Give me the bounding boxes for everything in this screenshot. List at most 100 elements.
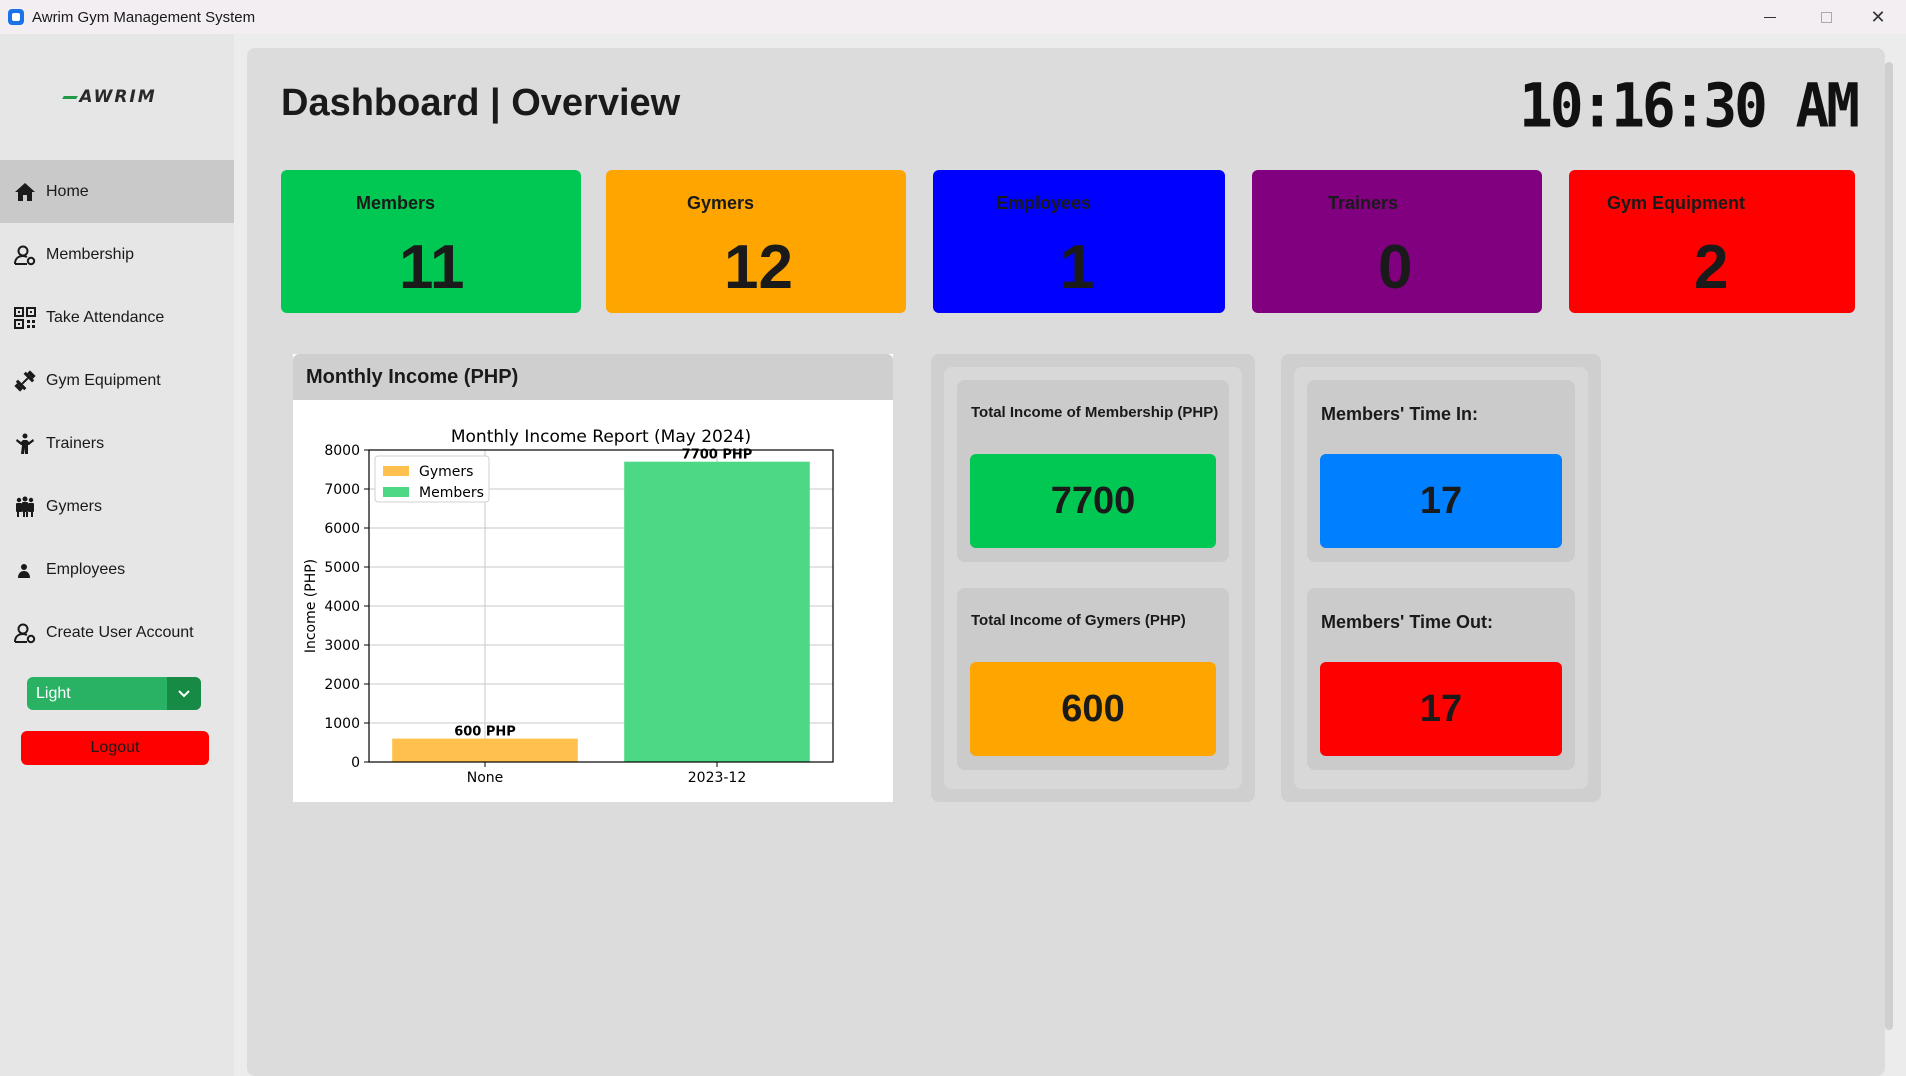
monthly-income-panel: Monthly Income (PHP) Monthly Income Repo… <box>293 354 893 802</box>
y-tick-label: 1000 <box>324 716 360 732</box>
minimize-icon <box>1764 16 1776 18</box>
legend-swatch <box>383 466 409 476</box>
employee-icon <box>12 557 38 583</box>
legend-swatch <box>383 487 409 497</box>
total-income-membership-value: 7700 <box>970 454 1216 548</box>
total-income-membership-label: Total Income of Membership (PHP) <box>971 404 1219 421</box>
logo-mark <box>62 95 79 99</box>
maximize-button[interactable] <box>1798 0 1854 34</box>
y-tick-label: 3000 <box>324 638 360 654</box>
stat-value: 0 <box>1378 233 1413 302</box>
y-axis-label: Income (PHP) <box>303 559 319 653</box>
sidebar-item-label: Home <box>46 182 89 200</box>
members-time-in-card: Members' Time In: 17 <box>1307 380 1575 562</box>
stat-value: 1 <box>1060 233 1095 302</box>
monthly-income-title: Monthly Income (PHP) <box>293 354 893 400</box>
user-gear-icon <box>12 242 38 268</box>
y-tick-label: 4000 <box>324 599 360 615</box>
sidebar-item-take-attendance[interactable]: Take Attendance <box>0 286 234 349</box>
members-time-out-value: 17 <box>1320 662 1562 756</box>
chart-title: Monthly Income Report (May 2024) <box>451 427 751 447</box>
sidebar: AWRIM Home Membership Take Attendance Gy… <box>0 34 234 1076</box>
minimize-button[interactable] <box>1742 0 1798 34</box>
clock: 10:16:30 AM <box>1519 71 1860 142</box>
attendance-group: Members' Time In: 17 Members' Time Out: … <box>1281 354 1601 802</box>
theme-dropdown[interactable]: Light <box>27 677 201 710</box>
sidebar-item-label: Gym Equipment <box>46 371 161 389</box>
main-panel: Dashboard | Overview 10:16:30 AM Members… <box>247 48 1885 1076</box>
stat-card-members: Members 11 <box>281 170 581 313</box>
group-icon <box>12 494 38 520</box>
page-title: Dashboard | Overview <box>281 82 681 124</box>
bar-gymers <box>392 738 578 762</box>
stat-card-trainers: Trainers 0 <box>1252 170 1542 313</box>
attendance-inner: Members' Time In: 17 Members' Time Out: … <box>1294 367 1588 789</box>
logout-button[interactable]: Logout <box>21 731 209 765</box>
sidebar-item-employees[interactable]: Employees <box>0 538 234 601</box>
sidebar-item-label: Employees <box>46 560 126 578</box>
x-tick-label: 2023-12 <box>688 770 747 786</box>
window-title: Awrim Gym Management System <box>32 8 256 26</box>
sidebar-item-label: Membership <box>46 245 135 263</box>
y-tick-label: 0 <box>351 755 360 771</box>
vertical-scrollbar[interactable] <box>1885 62 1893 1030</box>
income-chart: Monthly Income Report (May 2024) 0 1000 200… <box>303 427 834 786</box>
sidebar-item-membership[interactable]: Membership <box>0 223 234 286</box>
theme-dropdown-value: Light <box>36 684 71 702</box>
trainer-icon <box>12 431 38 457</box>
y-tick-label: 8000 <box>324 443 360 459</box>
stat-value: 12 <box>724 233 793 302</box>
app-icon <box>8 9 24 25</box>
title-bar: Awrim Gym Management System ✕ <box>0 0 1906 34</box>
maximize-icon <box>1820 11 1832 23</box>
sidebar-item-home[interactable]: Home <box>0 160 234 223</box>
sidebar-item-label: Gymers <box>46 497 102 515</box>
bar-data-label: 600 PHP <box>454 725 516 740</box>
x-tick-label: None <box>467 770 504 786</box>
stat-value: 11 <box>399 233 465 302</box>
close-button[interactable]: ✕ <box>1850 0 1906 34</box>
stat-label: Gymers <box>687 193 755 213</box>
logo-text: AWRIM <box>79 87 157 107</box>
logo: AWRIM <box>60 84 160 110</box>
stat-label: Gym Equipment <box>1607 193 1746 213</box>
members-time-in-value: 17 <box>1320 454 1562 548</box>
sidebar-item-create-user-account[interactable]: Create User Account <box>0 601 234 664</box>
user-add-icon <box>12 620 38 646</box>
sidebar-item-trainers[interactable]: Trainers <box>0 412 234 475</box>
bar-members <box>624 461 810 762</box>
y-tick-label: 2000 <box>324 677 360 693</box>
income-totals-group: Total Income of Membership (PHP) 7700 To… <box>931 354 1255 802</box>
sidebar-item-label: Create User Account <box>46 623 194 641</box>
stat-label: Trainers <box>1328 193 1399 213</box>
total-income-gymers-card: Total Income of Gymers (PHP) 600 <box>957 588 1229 770</box>
stat-value: 2 <box>1694 233 1729 302</box>
close-icon: ✕ <box>1870 6 1886 27</box>
stat-card-gymers: Gymers 12 <box>606 170 906 313</box>
stat-label: Employees <box>996 193 1092 213</box>
sidebar-item-label: Trainers <box>46 434 105 452</box>
members-time-out-card: Members' Time Out: 17 <box>1307 588 1575 770</box>
legend-label: Gymers <box>419 464 473 480</box>
income-totals-inner: Total Income of Membership (PHP) 7700 To… <box>944 367 1242 789</box>
chevron-down-icon[interactable] <box>167 677 201 710</box>
sidebar-item-label: Take Attendance <box>46 308 165 326</box>
qr-code-icon <box>12 305 38 331</box>
y-tick-label: 7000 <box>324 482 360 498</box>
stat-card-gym-equipment: Gym Equipment 2 <box>1569 170 1855 313</box>
total-income-membership-card: Total Income of Membership (PHP) 7700 <box>957 380 1229 562</box>
members-time-in-label: Members' Time In: <box>1321 404 1478 424</box>
total-income-gymers-value: 600 <box>970 662 1216 756</box>
dumbbell-icon <box>12 368 38 394</box>
home-icon <box>12 179 38 205</box>
sidebar-nav: Home Membership Take Attendance Gym Equi… <box>0 160 234 664</box>
sidebar-item-gym-equipment[interactable]: Gym Equipment <box>0 349 234 412</box>
stat-label: Members <box>356 193 436 213</box>
total-income-gymers-label: Total Income of Gymers (PHP) <box>971 612 1186 629</box>
legend-label: Members <box>419 485 484 501</box>
members-time-out-label: Members' Time Out: <box>1321 612 1493 632</box>
y-tick-label: 6000 <box>324 521 360 537</box>
sidebar-item-gymers[interactable]: Gymers <box>0 475 234 538</box>
stat-card-employees: Employees 1 <box>933 170 1225 313</box>
y-tick-label: 5000 <box>324 560 360 576</box>
